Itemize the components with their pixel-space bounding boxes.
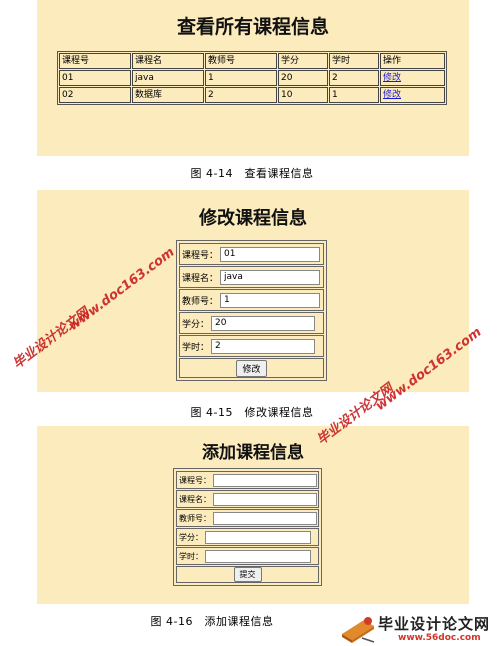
- form-button-row: 修改: [179, 358, 324, 378]
- teacher-id-label: 教师号：: [182, 296, 219, 307]
- cell-course-name: 数据库: [132, 87, 204, 103]
- cell-hours: 1: [329, 87, 379, 103]
- header-course-name: 课程名: [132, 53, 204, 69]
- site-logo: 毕业设计论文网 www.56doc.com: [338, 612, 504, 646]
- edit-link[interactable]: 修改: [383, 73, 401, 83]
- header-hours: 学时: [329, 53, 379, 69]
- add-course-form: 课程号： 课程名： 教师号： 学分： 学时： 提交: [173, 468, 322, 586]
- edit-link[interactable]: 修改: [383, 90, 401, 100]
- submit-button[interactable]: 提交: [233, 567, 262, 582]
- course-id-field[interactable]: [220, 246, 321, 262]
- course-name-field[interactable]: [213, 492, 317, 506]
- cell-course-id: 02: [59, 87, 131, 103]
- logo-url: www.56doc.com: [398, 633, 481, 643]
- logo-icon: [342, 617, 375, 643]
- form-row-course-id: 课程号：: [179, 243, 324, 265]
- cell-action: 修改: [380, 70, 445, 86]
- form-row-teacher-id: 教师号：: [179, 289, 324, 311]
- form-button-row: 提交: [176, 566, 319, 583]
- table-header-row: 课程号 课程名 教师号 学分 学时 操作: [59, 53, 445, 69]
- modify-button[interactable]: 修改: [236, 359, 267, 377]
- course-table: 课程号 课程名 教师号 学分 学时 操作 01 java 1 20 2 修改 0…: [57, 51, 447, 105]
- form-row-credit: 学分：: [179, 312, 324, 334]
- header-action: 操作: [380, 53, 445, 69]
- form-row-course-name: 课程名：: [179, 266, 324, 288]
- teacher-id-field[interactable]: [213, 511, 317, 525]
- teacher-id-label: 教师号：: [179, 513, 211, 523]
- header-course-id: 课程号: [59, 53, 131, 69]
- form-row-hours: 学时：: [179, 335, 324, 357]
- table-row: 01 java 1 20 2 修改: [59, 70, 445, 86]
- cell-teacher-id: 1: [205, 70, 277, 86]
- add-course-panel: 添加课程信息 课程号： 课程名： 教师号： 学分： 学时： 提交: [37, 426, 469, 604]
- course-id-field[interactable]: [213, 473, 317, 487]
- figure-caption-4-15: 图 4-15 修改课程信息: [190, 406, 314, 419]
- course-name-field[interactable]: [220, 269, 321, 285]
- cell-teacher-id: 2: [205, 87, 277, 103]
- course-name-label: 课程名：: [179, 494, 211, 504]
- table-row: 02 数据库 2 10 1 修改: [59, 87, 445, 103]
- add-course-title: 添加课程信息: [202, 443, 304, 463]
- cell-credit: 10: [278, 87, 328, 103]
- cell-action: 修改: [380, 87, 445, 103]
- form-row-course-name: 课程名：: [176, 490, 319, 508]
- header-credit: 学分: [278, 53, 328, 69]
- credit-label: 学分：: [179, 532, 203, 542]
- course-id-label: 课程号：: [182, 250, 219, 261]
- form-row-hours: 学时：: [176, 547, 319, 565]
- course-name-label: 课程名：: [182, 273, 219, 284]
- course-list-panel: 查看所有课程信息 课程号 课程名 教师号 学分 学时 操作 01 java 1 …: [37, 0, 469, 156]
- header-teacher-id: 教师号: [205, 53, 277, 69]
- course-id-label: 课程号：: [179, 475, 211, 485]
- edit-course-form: 课程号： 课程名： 教师号： 学分： 学时： 修改: [176, 240, 327, 381]
- credit-field[interactable]: [205, 530, 311, 544]
- logo-name: 毕业设计论文网: [378, 615, 491, 633]
- form-row-teacher-id: 教师号：: [176, 509, 319, 527]
- hours-label: 学时：: [182, 342, 210, 353]
- cell-course-id: 01: [59, 70, 131, 86]
- edit-course-title: 修改课程信息: [199, 208, 307, 229]
- credit-label: 学分：: [182, 319, 210, 330]
- hours-label: 学时：: [179, 551, 203, 561]
- teacher-id-field[interactable]: [220, 292, 321, 308]
- credit-field[interactable]: [211, 315, 316, 331]
- cell-hours: 2: [329, 70, 379, 86]
- form-row-course-id: 课程号：: [176, 471, 319, 489]
- hours-field[interactable]: [205, 549, 311, 563]
- cell-credit: 20: [278, 70, 328, 86]
- cell-course-name: java: [132, 70, 204, 86]
- edit-course-panel: 修改课程信息 课程号： 课程名： 教师号： 学分： 学时： 修改: [37, 190, 469, 392]
- hours-field[interactable]: [211, 338, 316, 354]
- form-row-credit: 学分：: [176, 528, 319, 546]
- course-list-title: 查看所有课程信息: [176, 16, 329, 38]
- figure-caption-4-14: 图 4-14 查看课程信息: [190, 167, 314, 180]
